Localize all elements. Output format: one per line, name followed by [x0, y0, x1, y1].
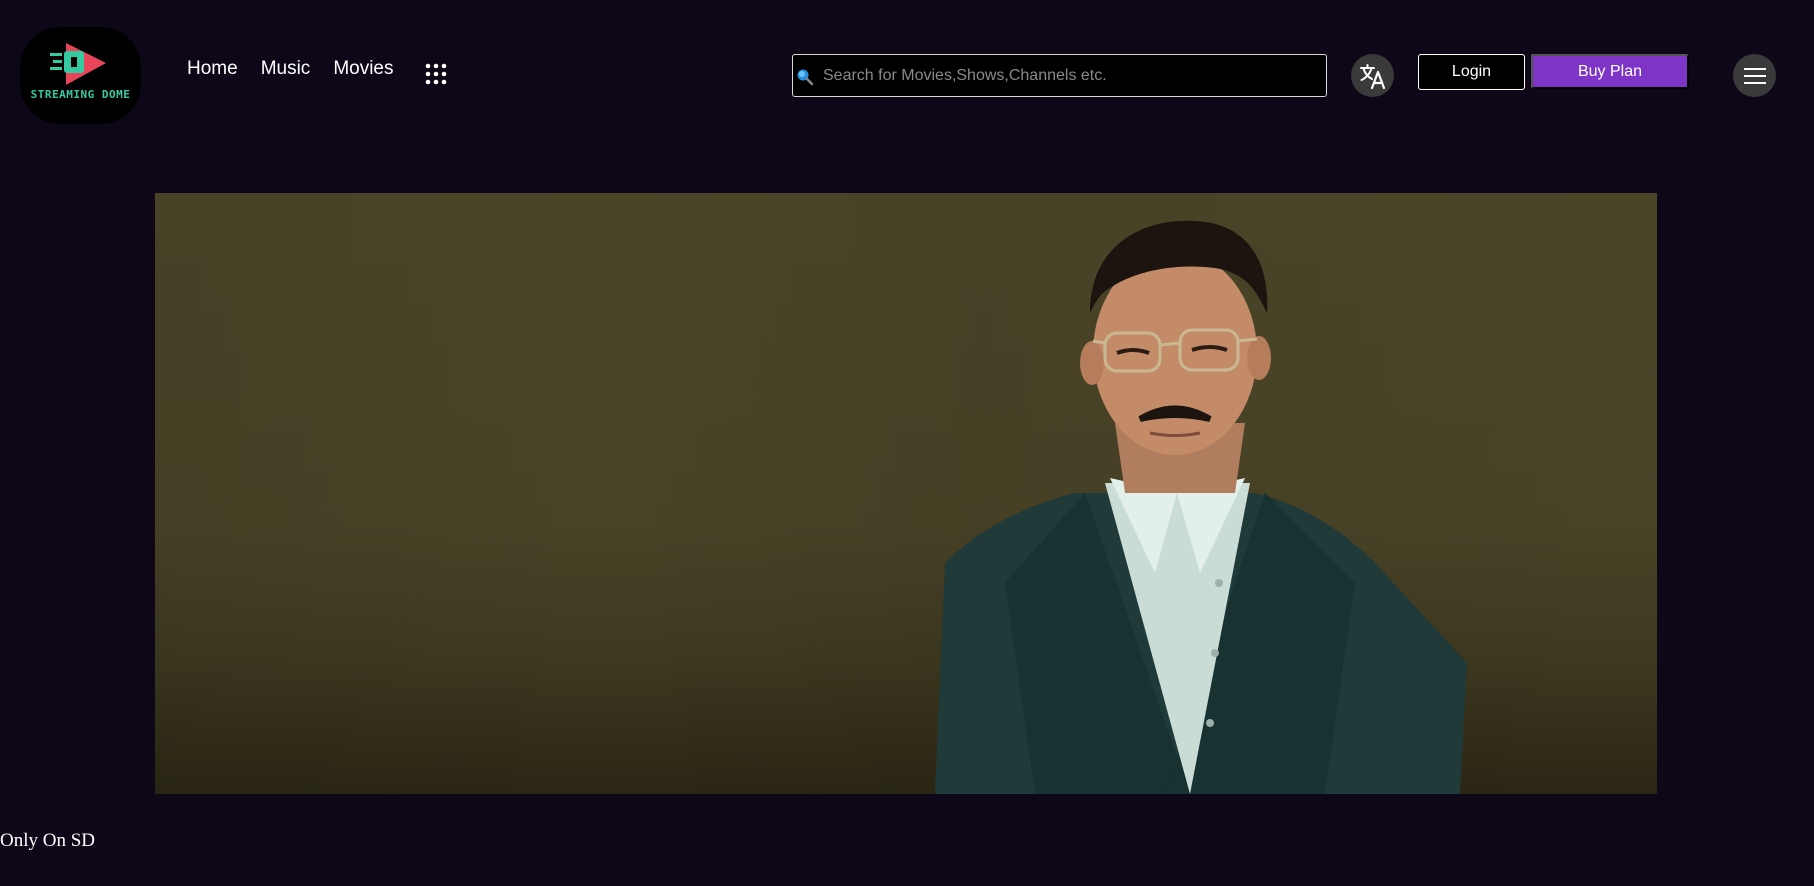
main-nav: Home Music Movies: [187, 58, 417, 80]
grid-dots-icon[interactable]: [425, 63, 447, 85]
logo-text: STREAMING DOME: [30, 88, 131, 101]
nav-home[interactable]: Home: [187, 58, 238, 80]
logo-play-icon: [50, 43, 106, 85]
search-box: [792, 54, 1327, 97]
search-icon: [796, 68, 814, 91]
hero-banner[interactable]: [155, 193, 1657, 794]
top-header: STREAMING DOME Home Music Movies Login B…: [0, 0, 1814, 150]
search-input[interactable]: [823, 55, 1318, 96]
buy-plan-button[interactable]: Buy Plan: [1531, 54, 1689, 89]
translate-button[interactable]: [1351, 54, 1394, 97]
login-button[interactable]: Login: [1418, 54, 1525, 90]
nav-movies[interactable]: Movies: [333, 58, 393, 80]
section-title: Only On SD: [0, 830, 96, 851]
streaming-dome-logo[interactable]: STREAMING DOME: [20, 27, 141, 124]
hamburger-menu-button[interactable]: [1733, 54, 1776, 97]
hamburger-menu-icon: [1743, 67, 1766, 84]
nav-music[interactable]: Music: [261, 58, 311, 80]
translate-icon: [1359, 63, 1385, 89]
man-in-suit-image: [935, 220, 1467, 794]
